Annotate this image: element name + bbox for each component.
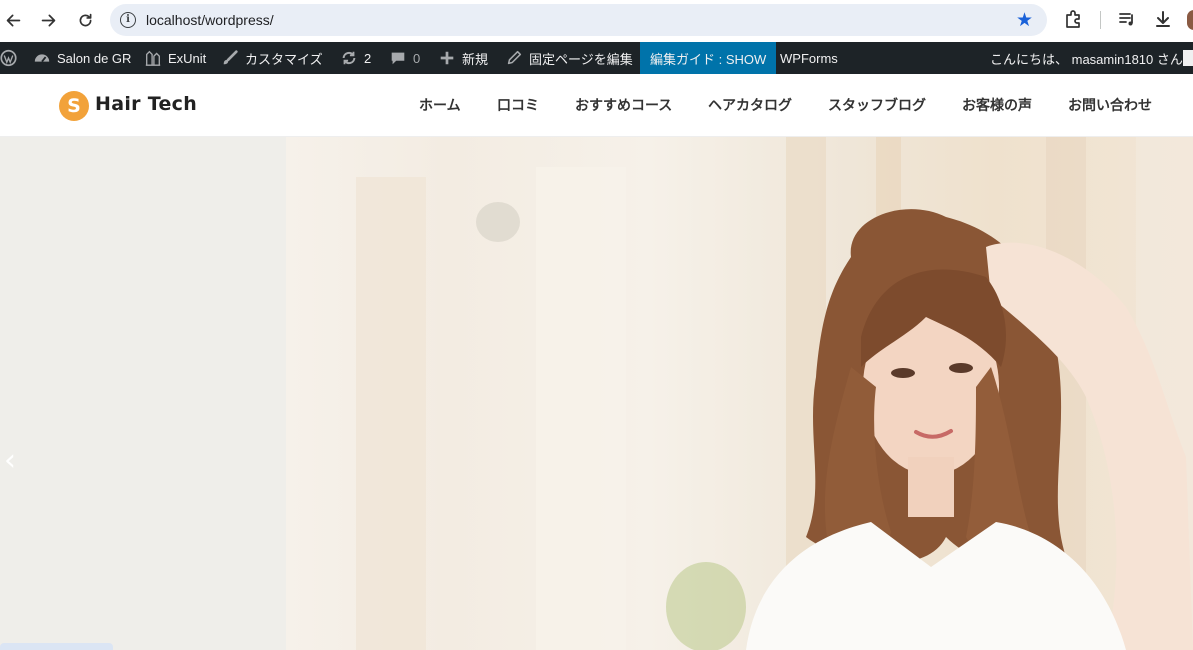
admin-bar-edit-guide[interactable]: 編集ガイド : SHOW [640, 42, 777, 74]
admin-bar-site-name[interactable]: Salon de GR [33, 42, 131, 74]
slider-prev-button[interactable]: ‹ [4, 446, 24, 476]
nav-item-home[interactable]: ホーム [419, 95, 461, 115]
dashboard-icon [33, 49, 51, 67]
updates-icon [340, 49, 358, 67]
admin-bar-comments[interactable]: 0 [389, 42, 420, 74]
toolbar-divider [1100, 11, 1101, 29]
wp-admin-bar: Salon de GR ExUnit カスタマイズ 2 0 新規 固定ページを編… [0, 42, 1193, 74]
bottom-tab-edge [0, 643, 113, 650]
edit-page-label: 固定ページを編集 [529, 51, 633, 67]
exunit-icon [144, 49, 162, 67]
admin-bar-new[interactable]: 新規 [438, 42, 488, 74]
address-bar[interactable]: i localhost/wordpress/ ★ [110, 4, 1047, 36]
download-icon[interactable] [1153, 9, 1173, 31]
wordpress-logo-icon[interactable] [0, 42, 17, 74]
nav-item-staff-blog[interactable]: スタッフブログ [828, 95, 926, 115]
admin-bar-account[interactable]: こんにちは、 masamin1810 さん [990, 42, 1183, 74]
account-avatar[interactable] [1183, 50, 1193, 66]
bookmark-star-icon[interactable]: ★ [1016, 9, 1033, 31]
site-header: S Hair Tech ホーム 口コミ おすすめコース ヘアカタログ スタッフブ… [0, 74, 1193, 137]
url-text[interactable]: localhost/wordpress/ [146, 12, 274, 28]
brush-icon [221, 49, 239, 67]
media-controls-icon[interactable] [1117, 9, 1137, 31]
back-icon[interactable] [4, 11, 22, 29]
nav-item-hair-catalog[interactable]: ヘアカタログ [708, 95, 792, 115]
nav-item-contact[interactable]: お問い合わせ [1068, 95, 1152, 115]
wpforms-label: WPForms [780, 50, 838, 66]
nav-item-customer-voice[interactable]: お客様の声 [962, 95, 1032, 115]
hero-side-panel [0, 137, 286, 650]
new-label: 新規 [462, 51, 489, 67]
comment-icon [389, 49, 407, 67]
hero-image [286, 137, 1193, 650]
updates-count: 2 [364, 50, 372, 66]
hero-slider: ‹ [0, 137, 1193, 650]
comments-count: 0 [413, 50, 421, 66]
site-name-label: Salon de GR [57, 50, 132, 66]
hero-photo-illustration [356, 137, 1193, 650]
forward-icon[interactable] [39, 11, 57, 29]
browser-toolbar: i localhost/wordpress/ ★ [0, 0, 1193, 42]
nav-item-reviews[interactable]: 口コミ [497, 95, 539, 115]
site-logo-icon[interactable]: S [59, 91, 89, 121]
greeting-label: こんにちは、 masamin1810 さん [990, 51, 1183, 67]
plus-icon [438, 49, 456, 67]
site-info-icon[interactable]: i [120, 12, 136, 28]
reload-icon[interactable] [76, 11, 94, 29]
admin-bar-wpforms[interactable]: WPForms [780, 42, 838, 74]
site-logo-text[interactable]: Hair Tech [95, 93, 197, 115]
admin-bar-exunit[interactable]: ExUnit [144, 42, 206, 74]
pencil-icon [505, 49, 523, 67]
profile-avatar[interactable] [1187, 10, 1193, 30]
admin-bar-updates[interactable]: 2 [340, 42, 371, 74]
nav-item-recommended-courses[interactable]: おすすめコース [575, 95, 672, 115]
admin-bar-edit-page[interactable]: 固定ページを編集 [505, 42, 633, 74]
extensions-icon[interactable] [1063, 9, 1083, 31]
admin-bar-customize[interactable]: カスタマイズ [221, 42, 323, 74]
customize-label: カスタマイズ [245, 51, 323, 67]
exunit-label: ExUnit [168, 50, 207, 66]
edit-guide-label: 編集ガイド : SHOW [650, 51, 767, 67]
